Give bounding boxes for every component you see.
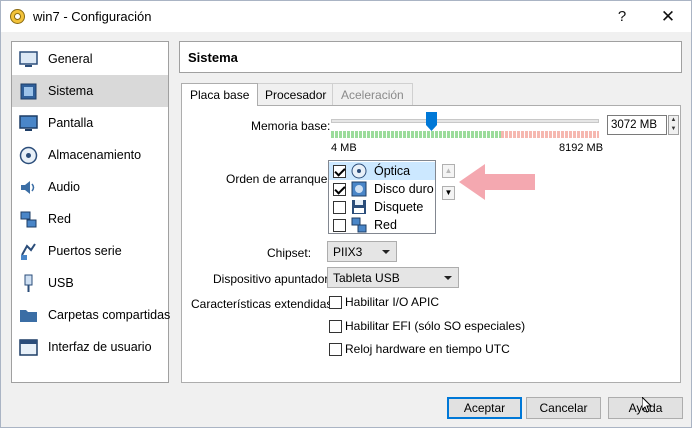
optical-disc-icon [351, 163, 367, 179]
boot-order-label: Orden de arranque: [226, 172, 331, 186]
utc-clock-checkbox[interactable] [329, 343, 342, 356]
extended-features-label: Características extendidas: [191, 297, 336, 311]
memory-max-label: 8192 MB [559, 142, 604, 154]
sidebar-item-sistema[interactable]: Sistema [12, 75, 168, 107]
efi-option[interactable]: Habilitar EFI (sólo SO especiales) [329, 319, 529, 336]
memory-slider-track[interactable] [331, 119, 599, 123]
ui-icon [19, 339, 38, 356]
sidebar-item-audio[interactable]: Audio [12, 171, 168, 203]
memory-spinner[interactable]: ▲ ▼ [668, 115, 679, 135]
boot-item-red[interactable]: Red [329, 216, 435, 234]
network-icon [351, 217, 367, 233]
boot-checkbox-optica[interactable] [333, 165, 346, 178]
ok-button[interactable]: Aceptar [447, 397, 522, 419]
folder-icon [20, 310, 37, 322]
disk-icon [19, 146, 38, 165]
window-title: win7 - Configuración [33, 9, 152, 24]
section-header: Sistema [179, 41, 682, 73]
network-icon [20, 211, 37, 228]
usb-icon [24, 274, 33, 292]
serial-port-icon [21, 243, 36, 260]
memory-slider-thumb[interactable] [426, 112, 437, 131]
boot-checkbox-disco-duro[interactable] [333, 183, 346, 196]
highlight-arrow-icon [459, 164, 535, 200]
memory-scale-recommended [331, 131, 501, 138]
efi-checkbox[interactable] [329, 320, 342, 333]
sidebar-item-puertos-serie[interactable]: Puertos serie [12, 235, 168, 267]
arrow-up-icon: ▲ [444, 166, 453, 175]
chip-icon [20, 83, 37, 100]
help-title-button[interactable]: ? [599, 2, 645, 31]
sidebar-item-interfaz-de-usuario[interactable]: Interfaz de usuario [12, 331, 168, 363]
tab-procesador[interactable]: Procesador [256, 83, 336, 105]
floppy-icon [352, 200, 366, 214]
spin-down-icon[interactable]: ▼ [669, 125, 678, 134]
monitor-icon [19, 51, 38, 67]
virtualbox-gear-icon [10, 9, 25, 24]
sidebar: General Sistema Pantalla Almacenamiento … [11, 41, 170, 383]
chipset-select[interactable]: PIIX3 [327, 241, 397, 262]
boot-order-list[interactable]: Óptica Disco duro Disquete Red [328, 160, 436, 234]
boot-checkbox-red[interactable] [333, 219, 346, 232]
sidebar-item-almacenamiento[interactable]: Almacenamiento [12, 139, 168, 171]
chevron-down-icon [444, 276, 452, 280]
display-icon [19, 115, 38, 131]
move-down-button[interactable]: ▼ [442, 186, 455, 200]
pointing-device-label: Dispositivo apuntador: [213, 272, 332, 286]
hard-disk-icon [351, 181, 367, 197]
tab-aceleracion: Aceleración [332, 83, 413, 105]
tab-placa-base[interactable]: Placa base [181, 83, 259, 106]
boot-checkbox-disquete[interactable] [333, 201, 346, 214]
sidebar-item-pantalla[interactable]: Pantalla [12, 107, 168, 139]
memory-input[interactable]: 3072 MB [607, 115, 667, 135]
memory-scale-excessive [501, 131, 599, 138]
io-apic-option[interactable]: Habilitar I/O APIC [329, 295, 529, 312]
utc-clock-option[interactable]: Reloj hardware en tiempo UTC [329, 342, 529, 359]
spin-up-icon[interactable]: ▲ [669, 116, 678, 125]
chipset-label: Chipset: [267, 246, 312, 260]
sidebar-item-carpetas-compartidas[interactable]: Carpetas compartidas [12, 299, 170, 331]
settings-window: win7 - Configuración ? ✕ General Sistema… [0, 0, 692, 428]
arrow-down-icon: ▼ [444, 188, 453, 197]
cancel-button[interactable]: Cancelar [526, 397, 601, 419]
io-apic-checkbox[interactable] [329, 296, 342, 309]
mouse-cursor-icon [642, 397, 652, 413]
sidebar-item-red[interactable]: Red [12, 203, 168, 235]
pointing-device-select[interactable]: Tableta USB [327, 267, 459, 288]
memory-min-label: 4 MB [331, 142, 357, 154]
close-button[interactable]: ✕ [645, 2, 691, 31]
memory-label: Memoria base: [251, 119, 331, 133]
chevron-down-icon [382, 250, 390, 254]
section-title: Sistema [188, 50, 238, 65]
sidebar-item-usb[interactable]: USB [12, 267, 168, 299]
boot-item-disquete[interactable]: Disquete [329, 198, 435, 216]
title-bar: win7 - Configuración ? ✕ [1, 1, 691, 32]
speaker-icon [21, 181, 35, 194]
move-up-button[interactable]: ▲ [442, 164, 455, 178]
boot-item-disco-duro[interactable]: Disco duro [329, 180, 435, 198]
boot-item-optica[interactable]: Óptica [329, 162, 435, 180]
sidebar-item-general[interactable]: General [12, 43, 168, 75]
